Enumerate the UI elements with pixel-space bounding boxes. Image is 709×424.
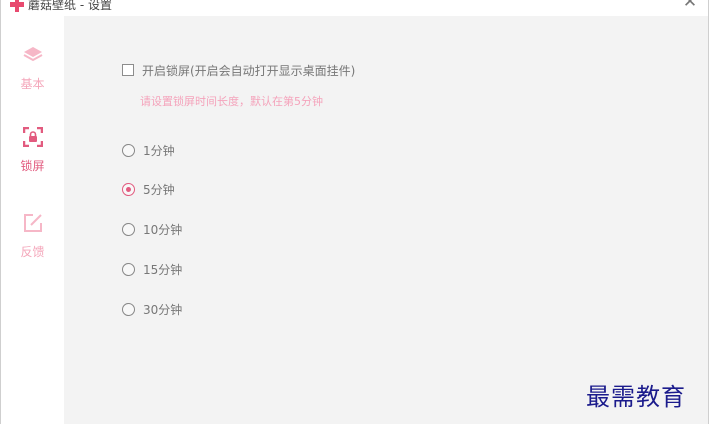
radio-button[interactable] — [122, 143, 135, 157]
radio-button[interactable] — [122, 222, 135, 236]
title-bar: 蘑菇壁纸 - 设置 ✕ — [0, 0, 709, 14]
layers-icon — [23, 47, 43, 62]
sidebar: 基本 锁屏 反馈 — [1, 16, 64, 424]
lock-time-hint: 请设置锁屏时间长度，默认在第5分钟 — [140, 95, 323, 108]
edit-icon — [24, 214, 42, 232]
lock-screen-icon — [23, 127, 43, 147]
radio-label: 30分钟 — [143, 302, 183, 317]
sidebar-item-basic[interactable]: 基本 — [1, 45, 64, 95]
lock-settings-panel: 开启锁屏(开启会自动打开显示桌面挂件) 请设置锁屏时间长度，默认在第5分钟 1分… — [64, 16, 708, 424]
radio-5min[interactable]: 5分钟 — [122, 181, 175, 197]
radio-label: 10分钟 — [143, 222, 183, 237]
checkbox-box[interactable] — [122, 64, 134, 76]
radio-15min[interactable]: 15分钟 — [122, 261, 182, 277]
radio-1min[interactable]: 1分钟 — [122, 142, 175, 158]
sidebar-item-label: 锁屏 — [20, 159, 45, 173]
window-title: 蘑菇壁纸 - 设置 — [28, 0, 112, 12]
sidebar-item-label: 反馈 — [20, 245, 45, 259]
watermark-text: 最需教育 — [586, 383, 686, 411]
radio-label: 5分钟 — [143, 182, 175, 197]
close-button[interactable]: ✕ — [680, 0, 700, 11]
app-logo-icon — [10, 0, 24, 12]
radio-label: 15分钟 — [143, 262, 183, 277]
enable-lockscreen-checkbox[interactable]: 开启锁屏(开启会自动打开显示桌面挂件) — [122, 62, 355, 78]
sidebar-item-feedback[interactable]: 反馈 — [1, 213, 64, 263]
sidebar-item-label: 基本 — [20, 77, 45, 91]
radio-button[interactable] — [122, 302, 135, 316]
radio-10min[interactable]: 10分钟 — [122, 221, 182, 237]
radio-button[interactable] — [122, 182, 135, 196]
radio-button[interactable] — [122, 262, 135, 276]
enable-lockscreen-label: 开启锁屏(开启会自动打开显示桌面挂件) — [142, 63, 356, 78]
radio-30min[interactable]: 30分钟 — [122, 301, 182, 317]
sidebar-item-lockscreen[interactable]: 锁屏 — [1, 127, 64, 177]
radio-label: 1分钟 — [143, 143, 175, 158]
